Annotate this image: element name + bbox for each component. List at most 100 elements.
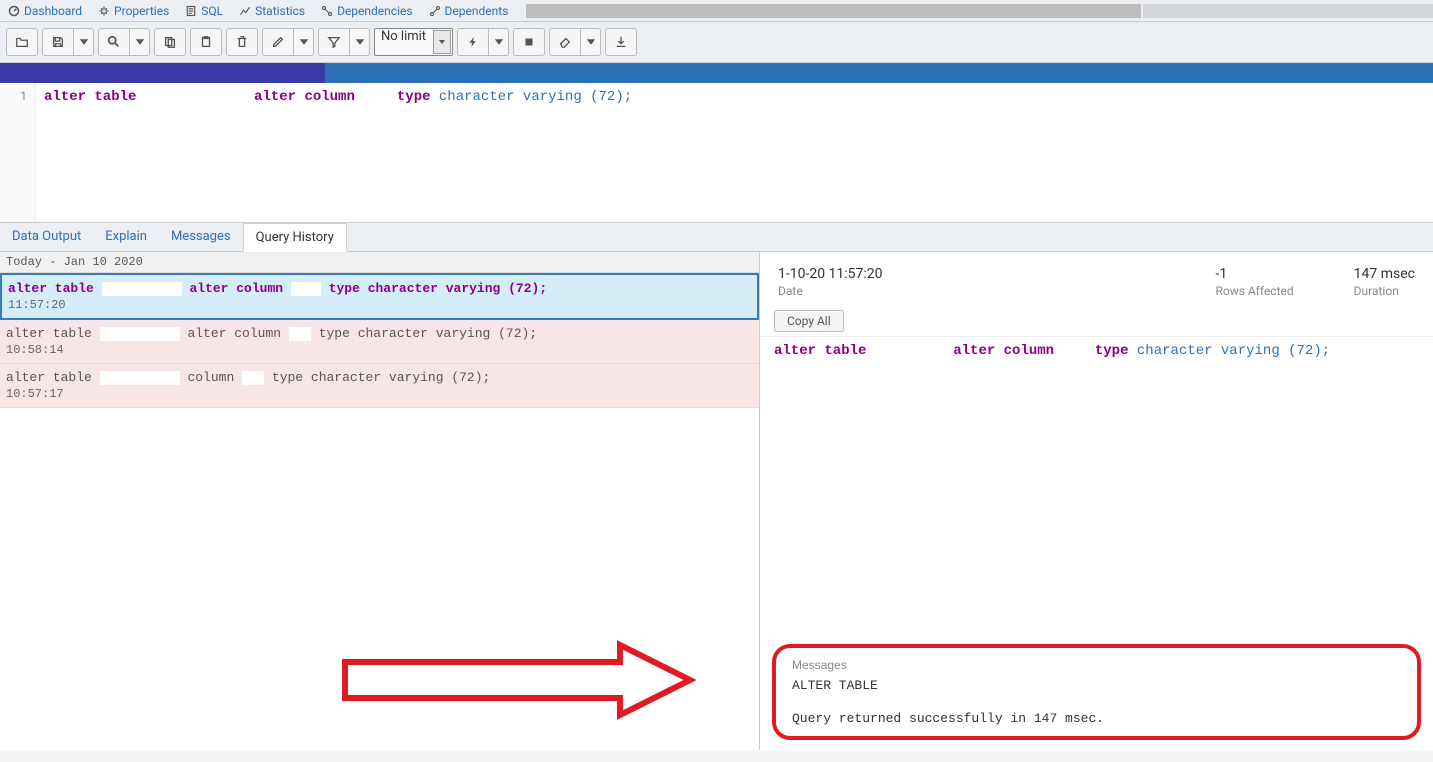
history-item[interactable]: alter table alter column type character …	[0, 320, 759, 364]
nav-properties-label: Properties	[114, 4, 169, 18]
lower-panes: Today - Jan 10 2020 alter table alter co…	[0, 252, 1433, 750]
messages-line-2: Query returned successfully in 147 msec.	[792, 711, 1401, 726]
search-icon	[107, 35, 121, 49]
find-dropdown[interactable]	[130, 28, 150, 56]
nav-dependents[interactable]: Dependents	[421, 2, 517, 20]
filter-icon	[327, 35, 341, 49]
kw-alter-table: alter table	[44, 89, 136, 105]
tab-messages[interactable]: Messages	[159, 223, 243, 251]
line-number: 1	[20, 89, 27, 103]
nav-statistics[interactable]: Statistics	[231, 2, 313, 20]
nav-sql-label: SQL	[201, 4, 223, 18]
paste-button[interactable]	[190, 28, 222, 56]
execute-button[interactable]	[457, 28, 489, 56]
history-item-selected[interactable]: alter table alter column type character …	[0, 273, 759, 320]
sql-code[interactable]: alter table alter column type character …	[36, 83, 640, 222]
chart-icon	[239, 5, 251, 17]
detail-rows: -1 Rows Affected	[1215, 266, 1293, 298]
tab-query-history[interactable]: Query History	[243, 223, 347, 252]
line-gutter: 1	[0, 83, 36, 222]
detail-date-label: Date	[778, 284, 883, 298]
history-pane: Today - Jan 10 2020 alter table alter co…	[0, 252, 760, 750]
save-icon	[51, 35, 65, 49]
caret-down-icon	[133, 35, 147, 49]
annotation-arrow	[340, 640, 700, 720]
nav-statistics-label: Statistics	[255, 4, 305, 18]
caret-down-icon	[297, 35, 311, 49]
detail-duration: 147 msec Duration	[1354, 266, 1415, 298]
history-time: 10:58:14	[6, 343, 753, 357]
dashboard-icon	[8, 5, 20, 17]
edit-button[interactable]	[262, 28, 294, 56]
detail-date-value: 1-10-20 11:57:20	[778, 266, 883, 282]
detail-date: 1-10-20 11:57:20 Date	[778, 266, 883, 298]
history-time: 11:57:20	[8, 298, 751, 312]
sql-icon	[185, 5, 197, 17]
dependents-icon	[429, 5, 441, 17]
execute-dropdown[interactable]	[489, 28, 509, 56]
paste-icon	[199, 35, 213, 49]
kw-type: type	[397, 89, 431, 105]
dependencies-icon	[321, 5, 333, 17]
delete-button[interactable]	[226, 28, 258, 56]
edit-icon	[271, 35, 285, 49]
limit-select[interactable]: No limit	[374, 28, 453, 56]
caret-down-icon	[437, 37, 447, 47]
edit-dropdown[interactable]	[294, 28, 314, 56]
limit-caret[interactable]	[433, 30, 451, 54]
gear-icon	[98, 5, 110, 17]
detail-rows-label: Rows Affected	[1215, 284, 1293, 298]
nav-dashboard[interactable]: Dashboard	[0, 2, 90, 20]
top-nav-bar: Dashboard Properties SQL Statistics Depe…	[0, 0, 1433, 22]
open-file-button[interactable]	[6, 28, 38, 56]
history-date-header: Today - Jan 10 2020	[0, 252, 759, 273]
connection-bar	[0, 63, 1433, 83]
caret-down-icon	[584, 35, 598, 49]
nav-dashboard-label: Dashboard	[24, 4, 82, 18]
filter-dropdown[interactable]	[350, 28, 370, 56]
history-time: 10:57:17	[6, 387, 753, 401]
stop-button[interactable]	[513, 28, 545, 56]
download-button[interactable]	[605, 28, 637, 56]
nav-dependents-label: Dependents	[445, 4, 509, 18]
toolbar: No limit	[0, 22, 1433, 63]
detail-duration-label: Duration	[1354, 284, 1415, 298]
clear-button[interactable]	[549, 28, 581, 56]
history-item[interactable]: alter table column type character varyin…	[0, 364, 759, 408]
nav-properties[interactable]: Properties	[90, 2, 177, 20]
clear-dropdown[interactable]	[581, 28, 601, 56]
nav-sql[interactable]: SQL	[177, 2, 231, 20]
stop-icon	[522, 35, 536, 49]
nav-fill-bar	[526, 4, 1141, 18]
detail-sql: alter table alter column type character …	[760, 336, 1433, 365]
copy-button[interactable]	[154, 28, 186, 56]
filter-button[interactable]	[318, 28, 350, 56]
tab-data-output[interactable]: Data Output	[0, 223, 93, 251]
tab-explain[interactable]: Explain	[93, 223, 159, 251]
limit-value: No limit	[381, 29, 426, 44]
messages-title: Messages	[792, 658, 1401, 672]
detail-fill	[760, 365, 1433, 638]
nav-fill-bar-2	[1143, 4, 1433, 18]
save-button[interactable]	[42, 28, 74, 56]
type-value: character varying (72);	[439, 89, 632, 105]
connection-bar-segment	[0, 63, 325, 83]
download-icon	[614, 35, 628, 49]
copy-all-button[interactable]: Copy All	[774, 310, 844, 332]
copy-icon	[163, 35, 177, 49]
detail-rows-value: -1	[1215, 266, 1293, 282]
folder-open-icon	[15, 35, 29, 49]
caret-down-icon	[77, 35, 91, 49]
eraser-icon	[558, 35, 572, 49]
messages-line-1: ALTER TABLE	[792, 678, 1401, 693]
find-button[interactable]	[98, 28, 130, 56]
bolt-icon	[466, 35, 480, 49]
save-dropdown[interactable]	[74, 28, 94, 56]
nav-dependencies[interactable]: Dependencies	[313, 2, 420, 20]
trash-icon	[235, 35, 249, 49]
detail-pane: 1-10-20 11:57:20 Date -1 Rows Affected 1…	[760, 252, 1433, 750]
caret-down-icon	[353, 35, 367, 49]
kw-alter-column: alter column	[254, 89, 355, 105]
sql-editor[interactable]: 1 alter table alter column type characte…	[0, 83, 1433, 223]
output-tabs: Data Output Explain Messages Query Histo…	[0, 223, 1433, 252]
